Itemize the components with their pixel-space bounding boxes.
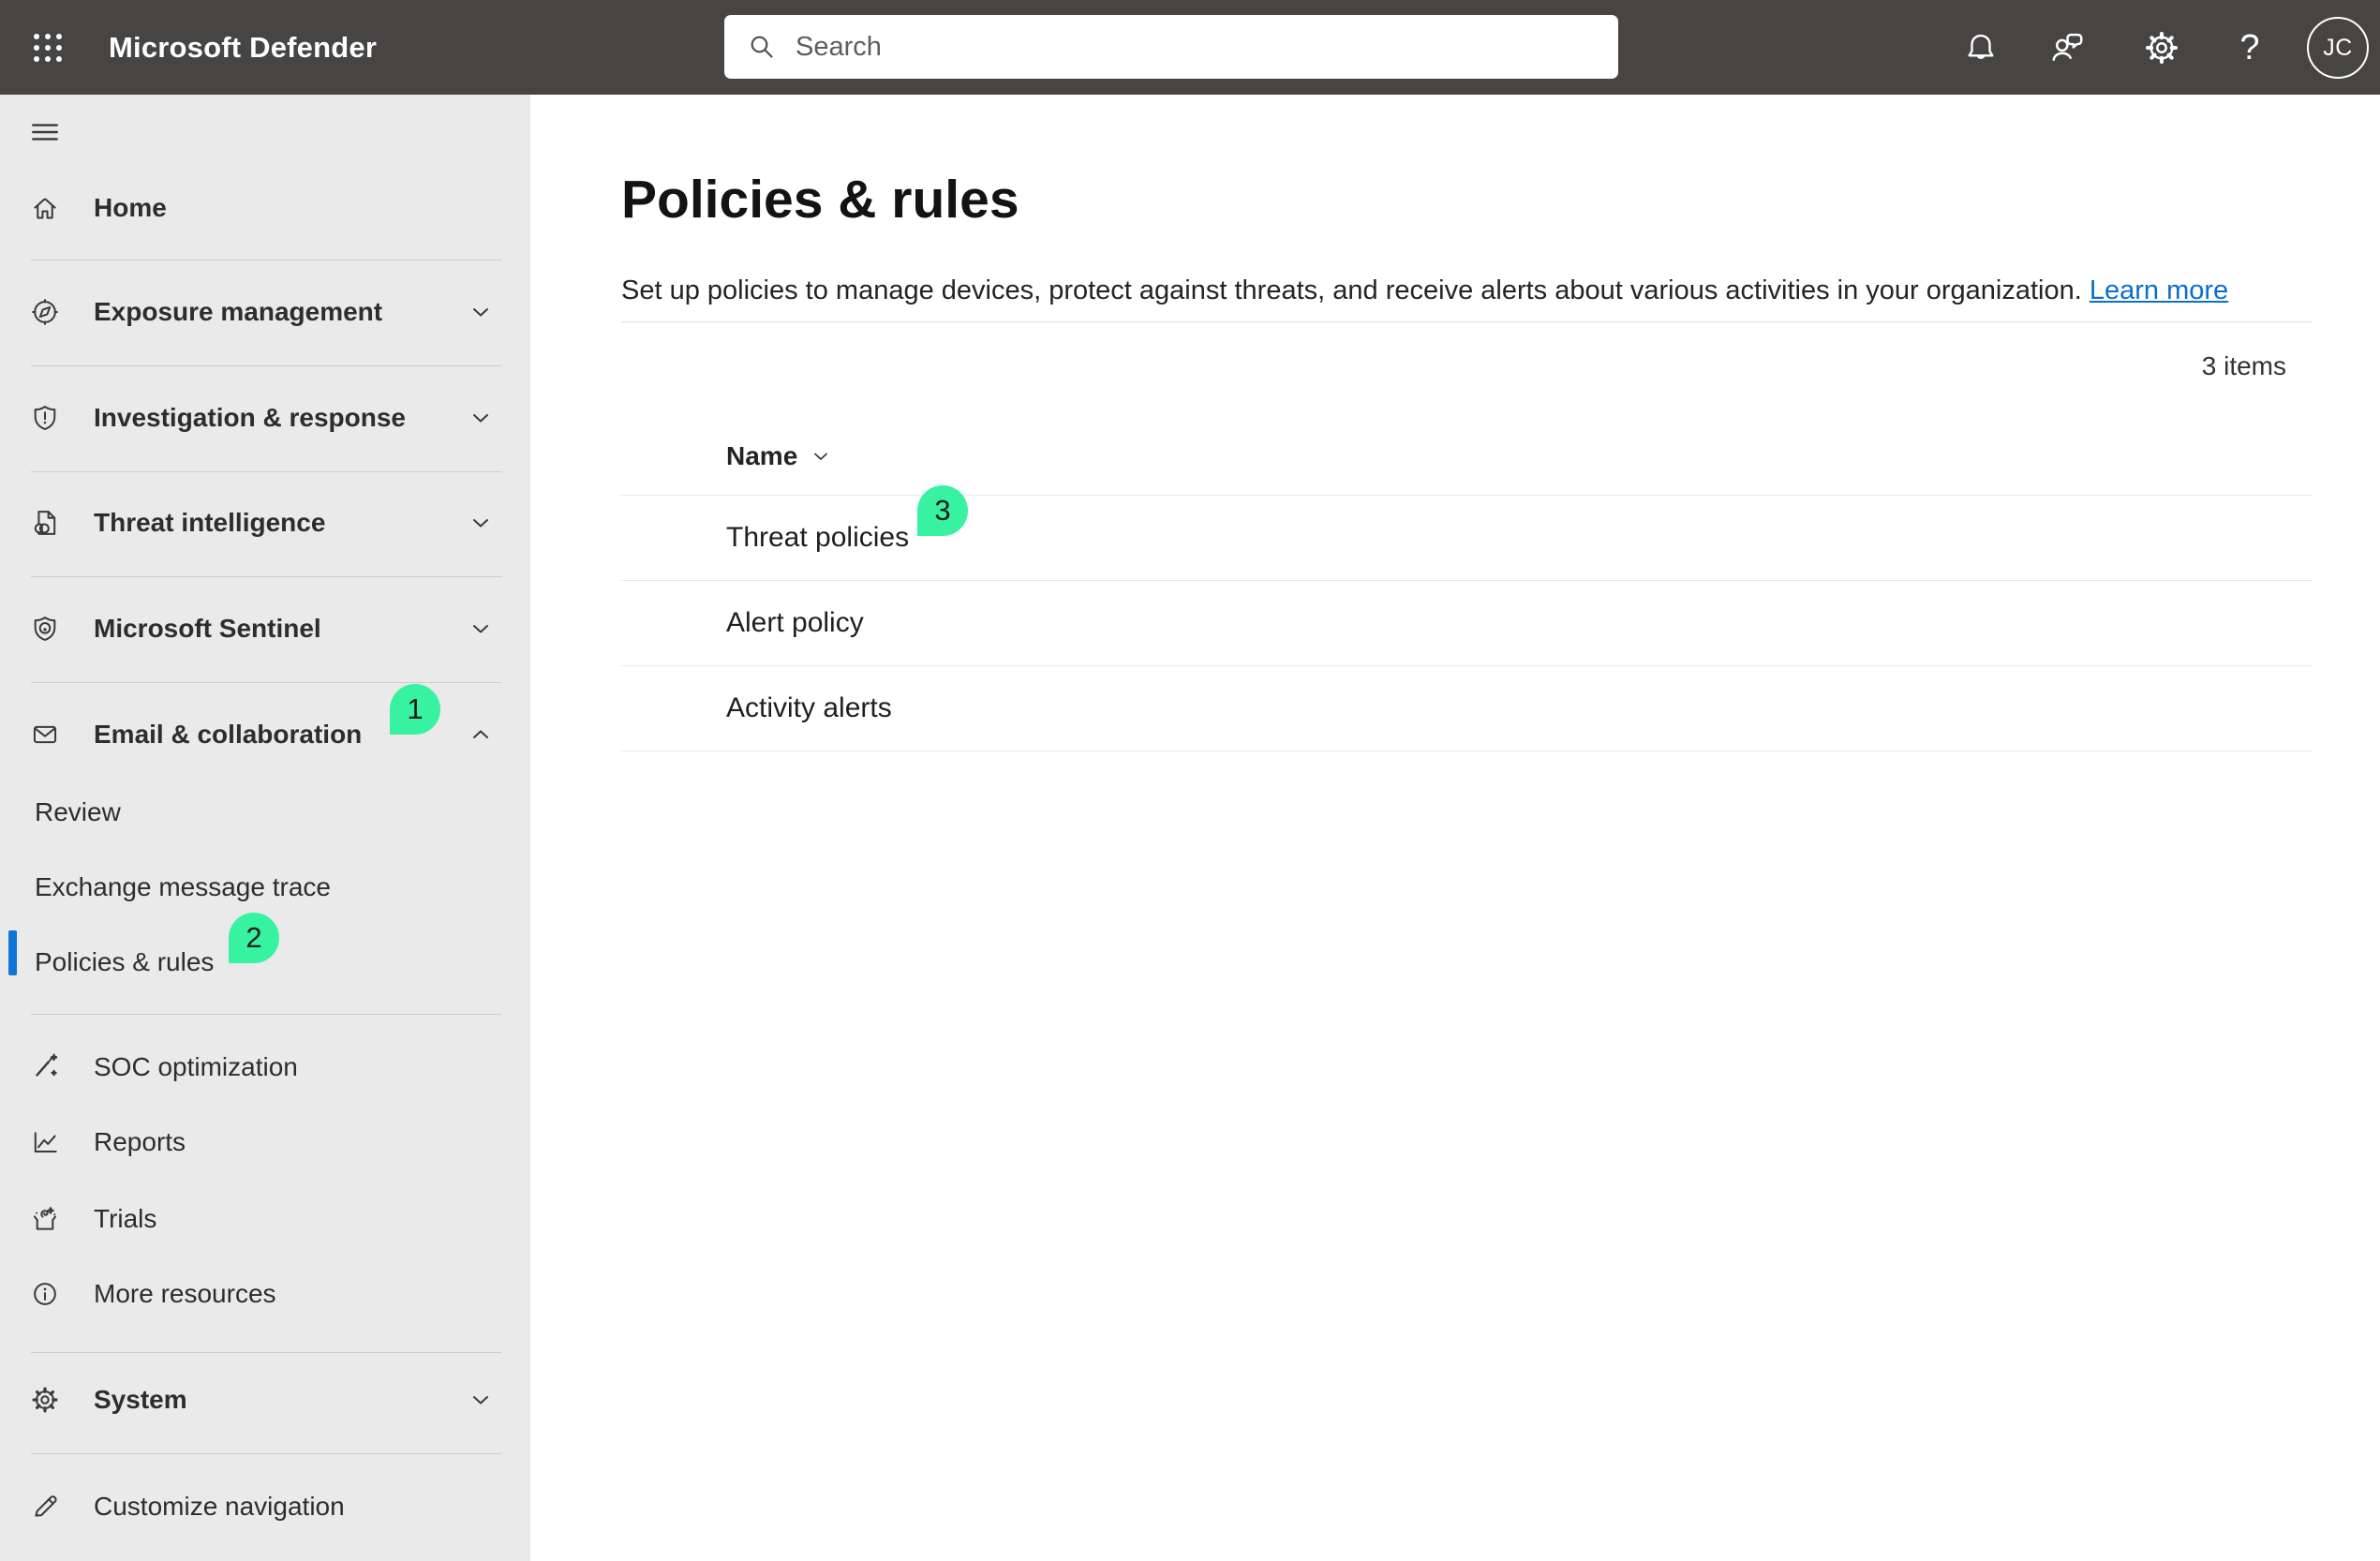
divider <box>31 576 501 577</box>
feedback-person-chat-icon <box>2047 28 2087 67</box>
step-badge-2-number: 2 <box>245 921 261 955</box>
shield-eye-icon <box>29 613 61 645</box>
step-badge-2: 2 <box>229 913 279 963</box>
chevron-down-icon <box>469 1388 493 1412</box>
divider <box>621 321 2313 322</box>
name-column-header[interactable]: Name <box>726 438 831 475</box>
sidebar-item-customize-navigation[interactable]: Customize navigation <box>0 1480 530 1533</box>
app-title: Microsoft Defender <box>109 0 377 95</box>
help-button[interactable]: ? <box>2226 24 2273 71</box>
sidebar-item-trials[interactable]: Trials <box>0 1193 530 1245</box>
wand-sparkles-icon <box>29 1051 61 1083</box>
chevron-down-icon <box>469 511 493 535</box>
hamburger-menu-icon <box>29 116 61 148</box>
info-circle-icon <box>29 1278 61 1310</box>
main-content: Policies & rules Set up policies to mana… <box>530 95 2380 1561</box>
row-name: Activity alerts <box>726 692 892 724</box>
sidebar-item-label: More resources <box>94 1279 276 1309</box>
sidebar-item-label: Trials <box>94 1204 156 1234</box>
sidebar-item-label: System <box>94 1385 187 1415</box>
sidebar-item-label: Threat intelligence <box>94 508 325 538</box>
row-name: Alert policy <box>726 607 864 639</box>
sidebar-item-label: Exposure management <box>94 297 382 327</box>
sidebar-item-label: Review <box>35 797 121 827</box>
sidebar-item-threat-intelligence[interactable]: Threat intelligence <box>0 497 530 549</box>
top-bar: Microsoft Defender <box>0 0 2380 95</box>
app-launcher-button[interactable] <box>21 21 75 75</box>
sidebar-item-email-collaboration[interactable]: Email & collaboration <box>0 708 530 761</box>
gear-icon <box>29 1384 61 1416</box>
document-brain-icon <box>29 507 61 539</box>
help-question-icon: ? <box>2239 28 2259 68</box>
sidebar-item-system[interactable]: System <box>0 1374 530 1426</box>
chevron-up-icon <box>469 722 493 747</box>
sidebar-item-label: Policies & rules <box>35 947 214 977</box>
divider <box>31 1352 501 1353</box>
search-box[interactable] <box>724 15 1618 79</box>
page-description: Set up policies to manage devices, prote… <box>621 275 2228 306</box>
sidebar-item-review[interactable]: Review <box>0 786 530 839</box>
divider <box>31 1453 501 1454</box>
chevron-down-icon <box>469 406 493 430</box>
chevron-down-icon <box>469 617 493 641</box>
box-sparkles-icon <box>29 1203 61 1235</box>
page-title: Policies & rules <box>621 169 1019 230</box>
sidebar-item-investigation-response[interactable]: Investigation & response <box>0 392 530 444</box>
avatar[interactable]: JC <box>2307 17 2369 79</box>
divider <box>31 682 501 683</box>
sidebar-item-soc-optimization[interactable]: SOC optimization <box>0 1041 530 1093</box>
table-row-activity-alerts[interactable]: Activity alerts <box>530 666 2313 751</box>
sidebar-item-reports[interactable]: Reports <box>0 1116 530 1168</box>
sidebar-item-label: Email & collaboration <box>94 720 362 750</box>
sidebar-item-microsoft-sentinel[interactable]: Microsoft Sentinel <box>0 602 530 655</box>
name-column-label: Name <box>726 441 797 471</box>
step-badge-3: 3 <box>917 485 968 536</box>
sidebar-item-label: Customize navigation <box>94 1492 345 1522</box>
settings-button[interactable] <box>2138 24 2185 71</box>
mail-icon <box>29 719 61 751</box>
sidebar-item-more-resources[interactable]: More resources <box>0 1268 530 1320</box>
waffle-icon <box>29 29 67 67</box>
selected-item-indicator <box>8 930 17 975</box>
chevron-down-icon <box>469 300 493 324</box>
divider <box>31 365 501 366</box>
collapse-nav-button[interactable] <box>0 106 530 158</box>
table-row-alert-policy[interactable]: Alert policy <box>530 581 2313 665</box>
gear-icon <box>2142 28 2181 67</box>
divider <box>31 471 501 472</box>
step-badge-3-number: 3 <box>934 494 950 528</box>
avatar-initials: JC <box>2323 35 2353 62</box>
line-chart-icon <box>29 1126 61 1158</box>
sidebar: Home Exposure management Investigation <box>0 95 530 1561</box>
notifications-button[interactable] <box>1957 24 2004 71</box>
sidebar-item-exchange-message-trace[interactable]: Exchange message trace <box>0 861 530 914</box>
description-text: Set up policies to manage devices, prote… <box>621 275 2082 305</box>
step-badge-1-number: 1 <box>407 692 423 726</box>
bell-icon <box>1962 29 2000 67</box>
sidebar-item-label: SOC optimization <box>94 1052 298 1082</box>
feedback-button[interactable] <box>2044 24 2090 71</box>
pencil-icon <box>29 1491 61 1523</box>
sidebar-item-label: Exchange message trace <box>35 872 331 902</box>
sidebar-item-label: Microsoft Sentinel <box>94 614 321 644</box>
sidebar-item-exposure-management[interactable]: Exposure management <box>0 286 530 338</box>
row-name: Threat policies <box>726 522 909 554</box>
table-row-threat-policies[interactable]: Threat policies <box>530 496 2313 580</box>
shield-exclamation-icon <box>29 402 61 434</box>
search-input[interactable] <box>796 32 1596 63</box>
search-icon <box>747 32 777 62</box>
home-icon <box>29 192 61 224</box>
sort-chevron-down-icon <box>811 446 831 467</box>
items-count: 3 items <box>621 351 2286 381</box>
sidebar-item-home[interactable]: Home <box>0 182 530 234</box>
sidebar-item-label: Reports <box>94 1127 186 1157</box>
step-badge-1: 1 <box>390 684 440 735</box>
divider <box>31 1014 501 1015</box>
learn-more-link[interactable]: Learn more <box>2090 275 2228 305</box>
sidebar-item-label: Home <box>94 193 167 223</box>
sidebar-item-label: Investigation & response <box>94 403 406 433</box>
compass-icon <box>29 296 61 328</box>
